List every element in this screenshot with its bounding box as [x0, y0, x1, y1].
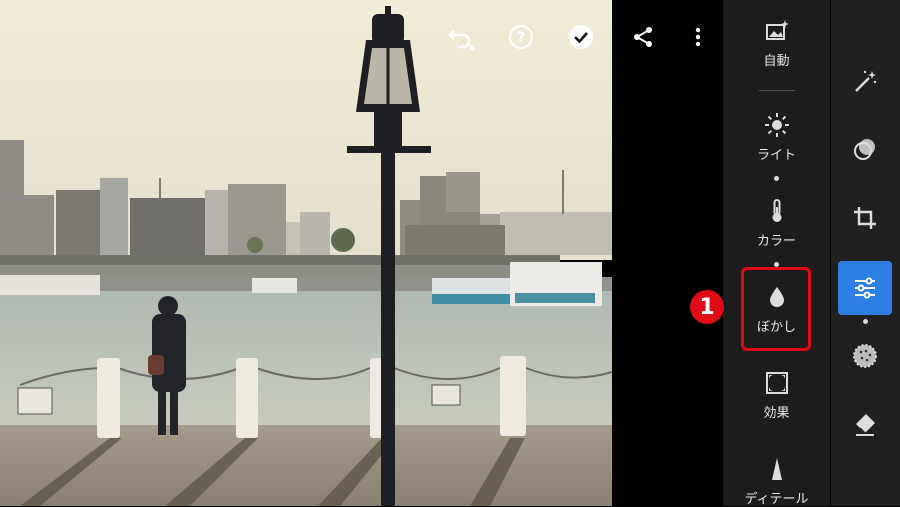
check-circle-icon[interactable] [566, 22, 596, 52]
panel-item-effects[interactable]: 効果 [723, 370, 830, 421]
auto-image-icon [764, 18, 790, 44]
vignette-icon [764, 370, 790, 396]
help-icon[interactable]: ? [506, 22, 536, 52]
panel-item-auto[interactable]: 自動 [723, 18, 830, 69]
panel-item-label: ライト [756, 148, 796, 163]
panel-item-label: ディテール [744, 492, 809, 507]
adjusted-indicator [774, 176, 779, 181]
svg-text:?: ? [517, 30, 525, 46]
adjustment-panel: 自動 ライト カラー ぼかし 効果 ディテール [723, 0, 830, 507]
photo-image [0, 0, 612, 506]
share-icon[interactable] [628, 22, 658, 52]
tool-sidebar [831, 0, 900, 506]
panel-separator [759, 90, 795, 91]
circles-icon[interactable] [838, 123, 892, 177]
thermometer-icon [764, 198, 790, 224]
triangle-icon [764, 456, 790, 482]
panel-item-color[interactable]: カラー [723, 198, 830, 249]
panel-item-light[interactable]: ライト [723, 112, 830, 163]
header-area [612, 0, 723, 506]
panel-item-label: カラー [756, 234, 796, 249]
magic-wand-icon[interactable] [838, 55, 892, 109]
sliders-icon[interactable] [838, 261, 892, 315]
more-vertical-icon[interactable] [683, 22, 713, 52]
dotted-circle-icon[interactable] [838, 329, 892, 383]
panel-item-detail[interactable]: ディテール [723, 456, 830, 507]
crop-icon[interactable] [838, 191, 892, 245]
active-indicator [863, 319, 868, 324]
photo-toolbar: ? [0, 22, 612, 52]
sun-icon [764, 112, 790, 138]
photo-canvas[interactable] [0, 0, 612, 506]
eraser-icon[interactable] [838, 397, 892, 451]
step-badge: 1 [690, 290, 724, 324]
panel-item-label: 効果 [763, 406, 790, 421]
panel-item-label: 自動 [763, 54, 790, 69]
highlight-box [741, 267, 811, 351]
undo-icon[interactable] [446, 22, 476, 52]
